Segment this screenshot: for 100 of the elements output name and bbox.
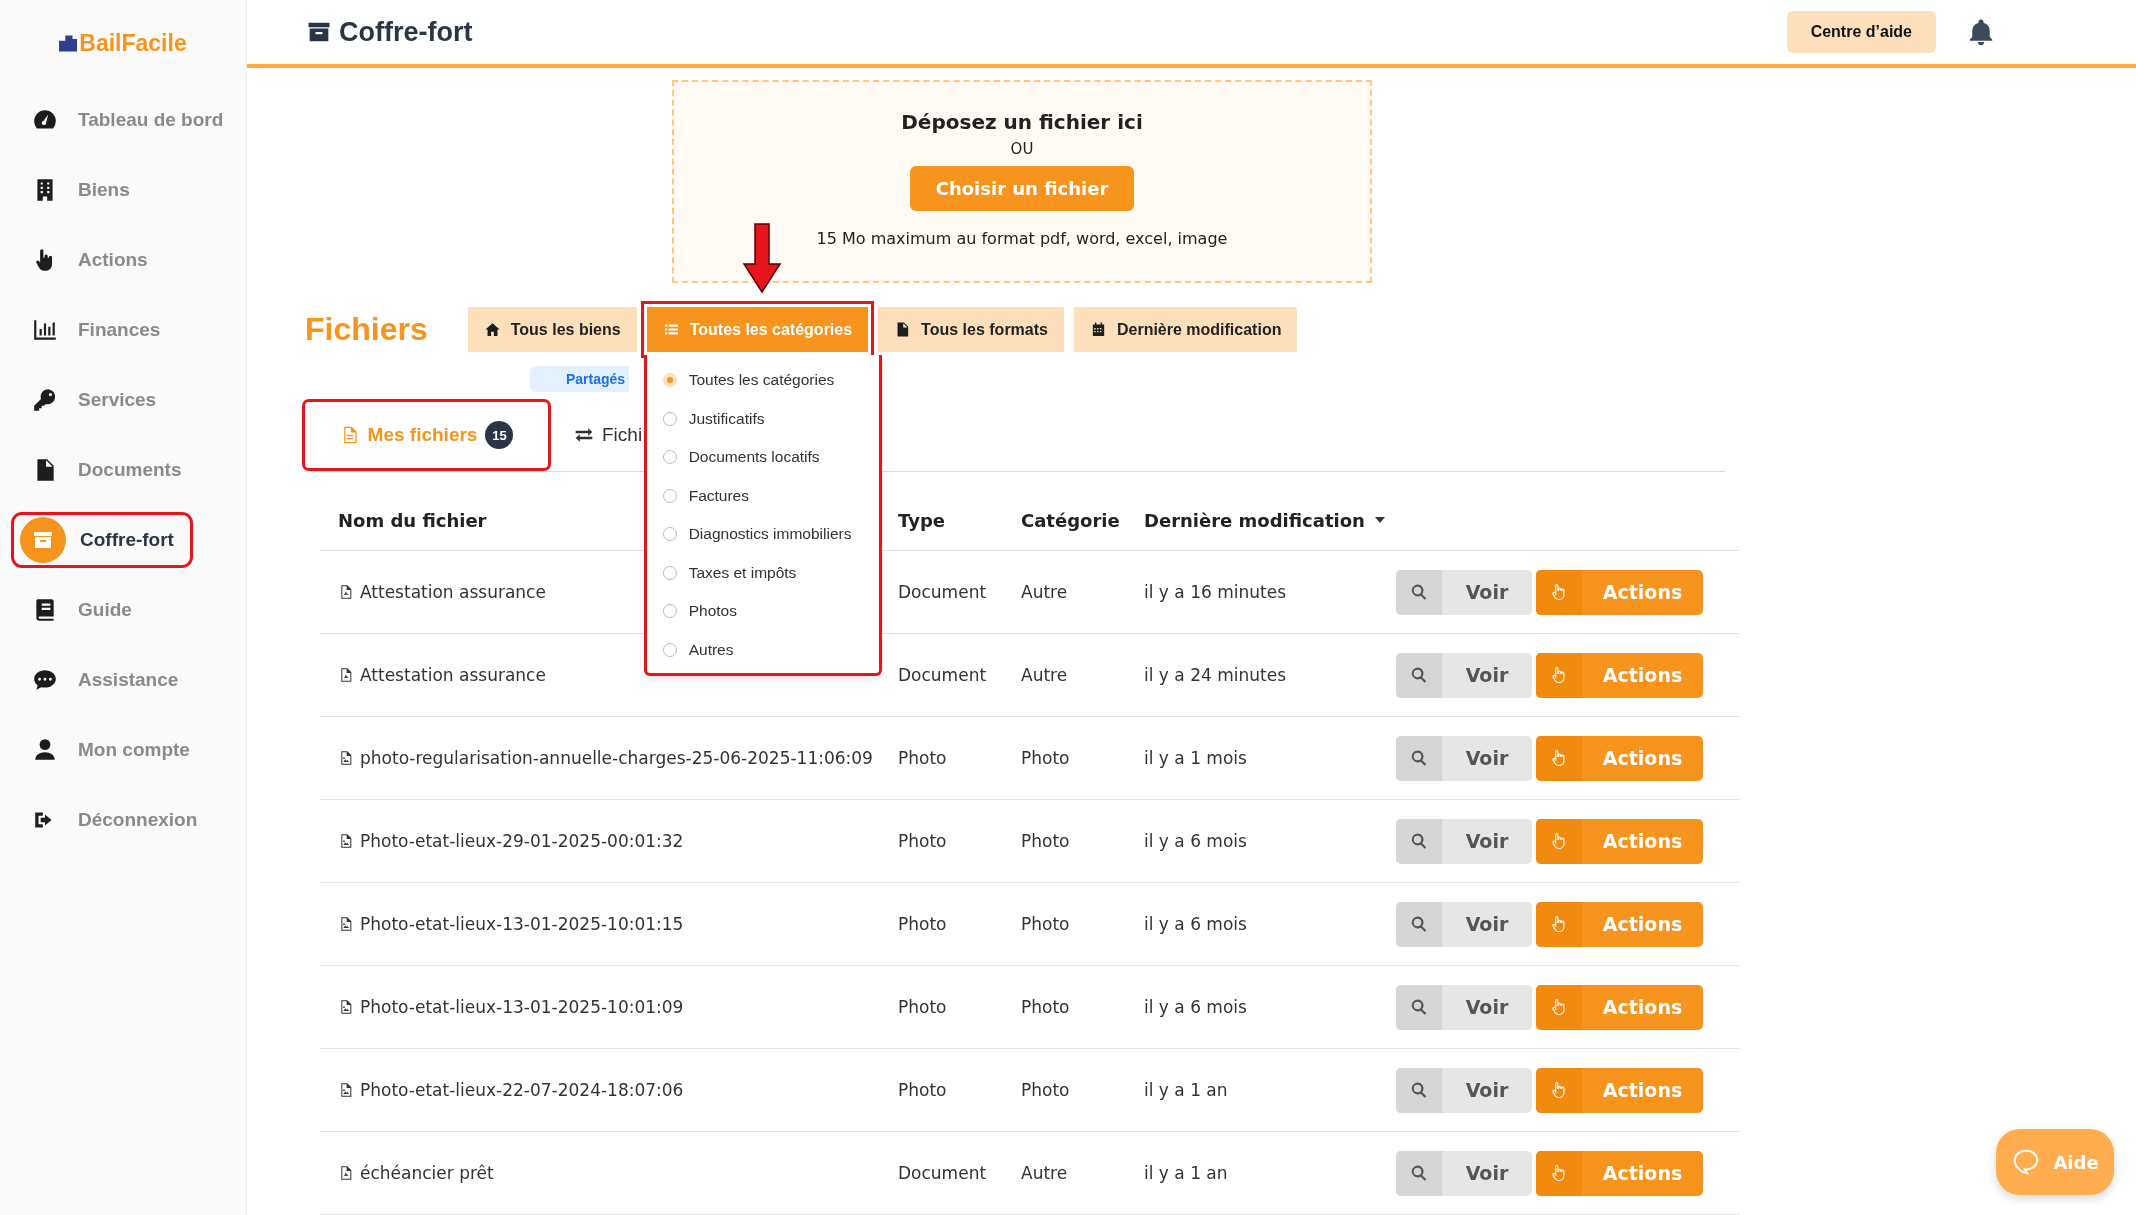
files-tab[interactable]: Fichi bbox=[548, 402, 643, 468]
hand-icon bbox=[1550, 832, 1568, 850]
annotation-arrow bbox=[741, 222, 782, 294]
chart-icon bbox=[32, 317, 58, 343]
option-label: Diagnostics immobiliers bbox=[688, 525, 852, 544]
file-name-cell: Photo-etat-lieux-13-01-2025-10:01:09 bbox=[320, 997, 898, 1017]
view-button[interactable]: Voir bbox=[1396, 1150, 1532, 1196]
table-cell-text: Document bbox=[898, 1163, 988, 1183]
image-file-icon bbox=[338, 1081, 354, 1099]
table-cell-text: Autre bbox=[1021, 582, 1069, 602]
count-badge: 15 bbox=[485, 421, 514, 449]
archive-icon bbox=[20, 517, 66, 563]
category-option[interactable]: Factures bbox=[646, 476, 879, 515]
key-icon bbox=[32, 387, 58, 413]
filter-button[interactable]: Dernière modification bbox=[1073, 307, 1298, 352]
buildings-icon bbox=[59, 35, 78, 52]
view-button[interactable]: Voir bbox=[1396, 818, 1532, 864]
sidebar-item[interactable]: Documents bbox=[14, 445, 232, 495]
option-label: Documents locatifs bbox=[688, 448, 820, 467]
sidebar-item[interactable]: Mon compte bbox=[14, 725, 232, 775]
option-label: Factures bbox=[688, 486, 749, 505]
search-icon bbox=[1410, 583, 1428, 601]
table-cell-text: il y a 1 an bbox=[1144, 1163, 1229, 1183]
option-label: Taxes et impôts bbox=[688, 563, 797, 582]
file-name-cell: Photo-etat-lieux-29-01-2025-00:01:32 bbox=[320, 831, 898, 851]
hand-icon bbox=[1550, 998, 1568, 1016]
hand-icon bbox=[1550, 1164, 1568, 1182]
sidebar-item[interactable]: Guide bbox=[14, 585, 232, 635]
table-cell-text: Photo bbox=[898, 914, 948, 934]
option-label: Justificatifs bbox=[688, 409, 765, 428]
file-name-cell: Photo-etat-lieux-22-07-2024-18:07:06 bbox=[320, 1080, 898, 1100]
search-icon bbox=[1410, 749, 1428, 767]
hand-icon bbox=[1550, 583, 1568, 601]
sidebar-item[interactable]: Biens bbox=[14, 165, 232, 215]
view-button[interactable]: Voir bbox=[1396, 735, 1532, 781]
view-button[interactable]: Voir bbox=[1396, 984, 1532, 1030]
table-cell-text: il y a 1 an bbox=[1144, 1080, 1229, 1100]
option-label: Photos bbox=[688, 602, 737, 621]
sidebar-item[interactable]: Tableau de bord bbox=[14, 95, 232, 145]
pdf-file-icon bbox=[338, 583, 354, 601]
table-cell-text: il y a 6 mois bbox=[1144, 914, 1248, 934]
file-drop-zone[interactable]: Déposez un fichier ici OU Choisir un fichier 15 Mo maximum au format pdf, word, excel, image bbox=[672, 80, 1372, 283]
sidebar-item[interactable]: Services bbox=[14, 375, 232, 425]
hand-icon bbox=[1550, 915, 1568, 933]
section-title: Fichiers bbox=[305, 311, 428, 348]
pdf-file-icon bbox=[338, 1164, 354, 1182]
image-file-icon bbox=[338, 832, 354, 850]
view-button[interactable]: Voir bbox=[1396, 569, 1532, 615]
sidebar-item[interactable]: Assistance bbox=[14, 655, 232, 705]
file-name-cell: Photo-etat-lieux-13-01-2025-10:01:15 bbox=[320, 914, 898, 934]
image-file-icon bbox=[338, 915, 354, 933]
table-cell-text: Photo bbox=[1021, 831, 1071, 851]
table-cell-text: Photo bbox=[1021, 748, 1071, 768]
sidebar-item[interactable]: Coffre-fort bbox=[14, 515, 190, 565]
table-cell-text: Document bbox=[898, 582, 988, 602]
view-button[interactable]: Voir bbox=[1396, 1067, 1532, 1113]
image-file-icon bbox=[338, 749, 354, 767]
table-cell-text: Photo bbox=[1021, 1080, 1071, 1100]
table-cell-text: il y a 6 mois bbox=[1144, 997, 1248, 1017]
drop-zone-title: Déposez un fichier ici bbox=[901, 110, 1143, 134]
category-option[interactable]: Diagnostics immobiliers bbox=[646, 515, 879, 554]
file-name-cell: échéancier prêt bbox=[320, 1163, 898, 1183]
hand-icon bbox=[1550, 749, 1568, 767]
table-cell-text: Autre bbox=[1021, 665, 1069, 685]
sidebar-item[interactable]: Actions bbox=[14, 235, 232, 285]
sidebar-item[interactable]: Finances bbox=[14, 305, 232, 355]
filter-button[interactable]: Tous les biens bbox=[467, 307, 637, 352]
search-icon bbox=[1410, 832, 1428, 850]
option-label: Toutes les catégories bbox=[688, 371, 835, 390]
category-option[interactable]: Justificatifs bbox=[646, 399, 879, 438]
filter-button[interactable]: Tous les formats bbox=[878, 307, 1064, 352]
column-header[interactable]: Dernière modification bbox=[1144, 509, 1396, 531]
separator-text: OU bbox=[1010, 140, 1034, 158]
user-icon bbox=[32, 737, 58, 763]
search-icon bbox=[1410, 666, 1428, 684]
column-header[interactable]: Catégorie bbox=[1021, 509, 1144, 531]
table-cell-text: il y a 16 minutes bbox=[1144, 582, 1287, 602]
table-cell-text: il y a 24 minutes bbox=[1144, 665, 1287, 685]
sidebar-item[interactable]: Déconnexion bbox=[14, 795, 232, 845]
help-center-button[interactable]: Centre d’aide bbox=[1786, 11, 1936, 53]
category-option[interactable]: Toutes les catégories bbox=[646, 361, 879, 400]
search-icon bbox=[1410, 998, 1428, 1016]
files-tab[interactable]: Mes fichiers 15 bbox=[305, 402, 548, 468]
view-button[interactable]: Voir bbox=[1396, 652, 1532, 698]
table-cell-text: Photo bbox=[1021, 997, 1071, 1017]
column-header[interactable]: Type bbox=[898, 509, 1021, 531]
page-title: Coffre-fort bbox=[305, 16, 1757, 48]
table-cell-text: il y a 6 mois bbox=[1144, 831, 1248, 851]
pdf-file-icon bbox=[338, 666, 354, 684]
view-button[interactable]: Voir bbox=[1396, 901, 1532, 947]
home-icon bbox=[483, 321, 501, 338]
shared-chip[interactable]: Partagés bbox=[530, 366, 630, 392]
search-icon bbox=[1410, 1164, 1428, 1182]
upload-hint: 15 Mo maximum au format pdf, word, excel, image bbox=[816, 229, 1228, 248]
table-cell-text: il y a 1 mois bbox=[1144, 748, 1248, 768]
file-name-cell: photo-regularisation-annuelle-charges-25-06-2025-11:06:09 bbox=[320, 748, 898, 768]
table-cell-text: Photo bbox=[1021, 914, 1071, 934]
table-cell-text: Photo bbox=[898, 748, 948, 768]
category-option[interactable]: Documents locatifs bbox=[646, 438, 879, 477]
image-file-icon bbox=[338, 998, 354, 1016]
